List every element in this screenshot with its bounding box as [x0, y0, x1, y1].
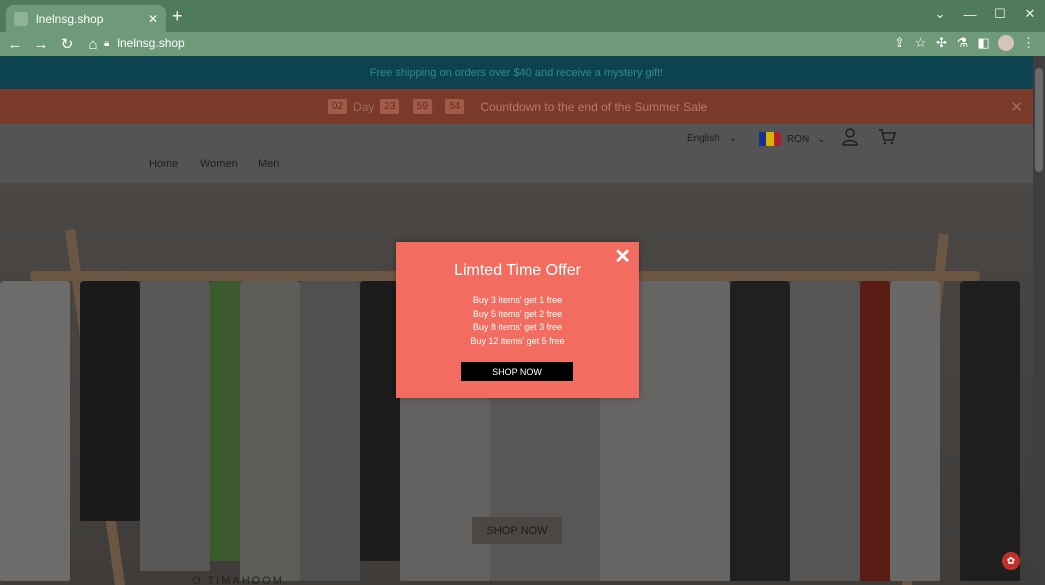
site-header: Home Women Men English ⌄ RON ⌄	[0, 124, 1033, 183]
popup-title: Limted Time Offer	[454, 262, 581, 279]
garment	[890, 281, 940, 581]
garment	[360, 281, 400, 561]
tab-close-icon[interactable]: ✕	[148, 12, 158, 26]
offer-item: Buy 5 items' get 2 free	[472, 308, 563, 319]
garment	[860, 281, 890, 581]
nav-home[interactable]: Home	[149, 158, 178, 170]
garment	[300, 281, 360, 581]
user-icon[interactable]	[842, 128, 858, 146]
forward-icon[interactable]: →	[30, 33, 52, 55]
maximize-button[interactable]: ☐	[985, 6, 1015, 22]
menu-icon[interactable]: ⋮	[1018, 35, 1039, 51]
shipping-text: Free shipping on orders over $40 and rec…	[369, 66, 664, 79]
countdown-seconds: 54	[445, 99, 465, 114]
lock-icon[interactable]: 🔒︎	[104, 38, 109, 49]
countdown-separator: :	[436, 99, 441, 114]
reload-icon[interactable]: ↻	[56, 33, 78, 55]
url-text: lnelnsg.shop	[117, 36, 185, 50]
close-window-button[interactable]: ✕	[1015, 6, 1045, 22]
countdown-close-icon[interactable]: ✕	[1010, 98, 1023, 116]
browser-tabbar: lnelnsg.shop ✕ + ⌄ — ☐ ✕	[0, 0, 1045, 32]
back-icon[interactable]: ←	[4, 33, 26, 55]
garment	[210, 281, 240, 561]
language-selector[interactable]: English ⌄	[687, 133, 737, 144]
offer-item: Buy 12 items' get 5 free	[470, 336, 565, 347]
romania-flag-icon	[759, 132, 781, 146]
profile-icon[interactable]	[998, 35, 1014, 51]
offer-popup: ✕ Limted Time Offer Buy 3 items' get 1 f…	[396, 242, 639, 398]
countdown-bar: 02 Day 23 : 59 : 54 Countdown to the end…	[0, 89, 1033, 124]
countdown-minutes: 59	[412, 99, 432, 114]
cart-icon[interactable]	[878, 129, 896, 145]
language-label: English	[687, 133, 720, 144]
garment	[140, 281, 210, 571]
garment	[80, 281, 140, 521]
sidepanel-icon[interactable]: ◧	[973, 35, 994, 51]
browser-tab[interactable]: lnelnsg.shop ✕	[6, 5, 166, 32]
nav-women[interactable]: Women	[200, 158, 238, 170]
offer-item: Buy 3 items' get 1 free	[472, 295, 563, 305]
currency-label: RON	[787, 133, 810, 145]
window-controls: ⌄ — ☐ ✕	[925, 0, 1045, 28]
garment	[0, 281, 70, 581]
favicon-icon	[14, 11, 28, 26]
nav-men[interactable]: Men	[258, 158, 279, 170]
tab-search-icon[interactable]: ⌄	[925, 6, 955, 22]
minimize-button[interactable]: —	[955, 7, 985, 22]
scrollbar-thumb[interactable]	[1035, 68, 1043, 172]
help-icon[interactable]: ✿	[1002, 552, 1020, 570]
lab-icon[interactable]: ⚗	[952, 35, 973, 51]
chevron-down-icon: ⌄	[728, 133, 737, 144]
extensions-icon[interactable]: ✣	[931, 35, 952, 51]
popup-shop-now-button[interactable]: SHOP NOW	[461, 362, 573, 381]
countdown-day-label: Day	[352, 99, 375, 114]
new-tab-button[interactable]: +	[172, 7, 183, 25]
currency-selector[interactable]: RON ⌄	[759, 132, 826, 146]
offer-list: Buy 3 items' get 1 free Buy 5 items' get…	[396, 294, 639, 349]
garment	[240, 281, 300, 581]
page-scrollbar[interactable]	[1033, 56, 1045, 585]
garment	[960, 281, 1020, 581]
countdown-message: Countdown to the end of the Summer Sale	[480, 99, 708, 114]
chevron-down-icon: ⌄	[817, 133, 826, 145]
garment	[790, 281, 860, 581]
hero-heading: O TIMAHOOM	[192, 575, 284, 585]
address-bar[interactable]: 🔒︎ lnelnsg.shop	[96, 32, 936, 54]
countdown-days: 02	[327, 99, 347, 114]
countdown-hours: 23	[380, 99, 400, 114]
star-icon[interactable]: ☆	[910, 35, 931, 51]
shipping-banner: Free shipping on orders over $40 and rec…	[0, 56, 1033, 89]
countdown-separator: :	[404, 99, 408, 114]
offer-item: Buy 8 items' get 3 free	[472, 322, 563, 333]
browser-toolbar: ← → ↻ ⌂ 🔒︎ lnelnsg.shop ⇪ ☆ ✣ ⚗ ◧ ⋮	[0, 32, 1045, 56]
share-icon[interactable]: ⇪	[889, 35, 910, 51]
toolbar-actions: ⇪ ☆ ✣ ⚗ ◧ ⋮	[889, 32, 1039, 54]
tab-title: lnelnsg.shop	[36, 11, 104, 26]
hero-shop-now-button[interactable]: SHOP NOW	[472, 517, 562, 544]
garment	[730, 281, 790, 581]
